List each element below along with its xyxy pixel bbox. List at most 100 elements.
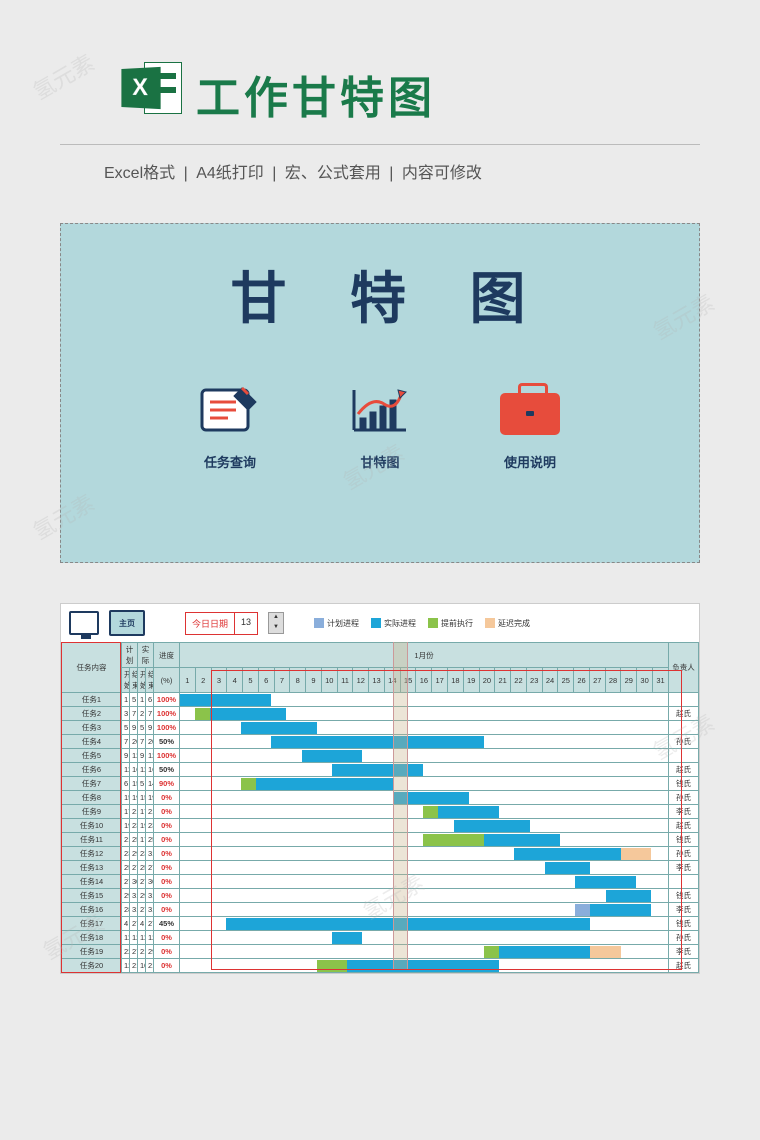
swatch-late	[485, 618, 495, 628]
cell-actual-end: 9	[146, 721, 154, 735]
th-day: 31	[652, 668, 668, 693]
cell-actual-end: 31	[146, 847, 154, 861]
cell-owner: 钱氏	[669, 833, 699, 847]
cell-progress: 100%	[154, 721, 180, 735]
cell-plan-end: 5	[130, 693, 138, 707]
th-day: 8	[290, 668, 306, 693]
spinner-up-icon[interactable]: ▲	[269, 613, 283, 623]
cell-actual-end: 29	[146, 945, 154, 959]
cell-owner: 钱氏	[669, 917, 699, 931]
cell-owner	[669, 875, 699, 889]
legend-label: 延迟完成	[498, 618, 530, 629]
gantt-sheet: 主页 今日日期 13 ▲ ▼ 计划进程 实际进程 提前执行 延迟完成 任务内容计…	[60, 603, 700, 974]
cell-bars	[180, 875, 669, 889]
swatch-plan	[314, 618, 324, 628]
today-date-box: 今日日期 13	[185, 612, 258, 635]
cell-task: 任务12	[62, 847, 122, 861]
cell-plan-end: 27	[130, 917, 138, 931]
cell-actual-start: 5	[138, 777, 146, 791]
cell-plan-end: 23	[130, 819, 138, 833]
table-row: 任务12232923310%孙氏	[62, 847, 699, 861]
cell-bars	[180, 791, 669, 805]
icon-label: 任务查询	[195, 452, 265, 471]
cell-owner: 孙氏	[669, 791, 699, 805]
cell-owner	[669, 749, 699, 763]
cell-task: 任务19	[62, 945, 122, 959]
cell-plan-start: 21	[122, 833, 130, 847]
cell-plan-start: 3	[122, 707, 130, 721]
cell-actual-start: 4	[138, 917, 146, 931]
table-row: 任务23727100%赵氏	[62, 707, 699, 721]
cell-actual-start: 11	[138, 931, 146, 945]
gantt-bar	[256, 778, 393, 790]
cell-actual-start: 5	[138, 721, 146, 735]
cell-bars	[180, 861, 669, 875]
table-row: 任务20122110210%赵氏	[62, 959, 699, 973]
cell-actual-start: 11	[138, 763, 146, 777]
cell-task: 任务13	[62, 861, 122, 875]
cell-progress: 100%	[154, 707, 180, 721]
gantt-bar	[423, 834, 484, 846]
cell-plan-end: 16	[130, 763, 138, 777]
cell-progress: 100%	[154, 749, 180, 763]
cell-plan-start: 12	[122, 959, 130, 973]
cell-actual-end: 25	[146, 833, 154, 847]
th-day: 11	[337, 668, 353, 693]
cell-plan-start: 29	[122, 889, 130, 903]
cell-plan-start: 6	[122, 777, 130, 791]
gantt-bar	[241, 778, 256, 790]
gantt-bar	[575, 904, 590, 916]
th-day: 25	[558, 668, 574, 693]
gantt-bar	[423, 806, 438, 818]
cell-actual-start: 23	[138, 847, 146, 861]
cell-bars	[180, 735, 669, 749]
cell-owner: 李氏	[669, 903, 699, 917]
table-row: 任务472072050%孙氏	[62, 735, 699, 749]
cell-plan-start: 22	[122, 945, 130, 959]
feature-list: Excel格式 | A4纸打印 | 宏、公式套用 | 内容可修改	[100, 159, 760, 183]
cell-actual-start: 21	[138, 945, 146, 959]
spinner-down-icon[interactable]: ▼	[269, 623, 283, 633]
cell-bars	[180, 805, 669, 819]
nav-task-query[interactable]: 任务查询	[195, 380, 265, 471]
gantt-bar	[499, 946, 590, 958]
cell-actual-start: 19	[138, 819, 146, 833]
th-day: 20	[479, 668, 495, 693]
cell-actual-start: 9	[138, 749, 146, 763]
th-day: 9	[306, 668, 322, 693]
th-pct: (%)	[154, 668, 180, 693]
th-day: 17	[432, 668, 448, 693]
cell-plan-end: 9	[130, 721, 138, 735]
th-day: 21	[495, 668, 511, 693]
cell-actual-start: 17	[138, 805, 146, 819]
home-button[interactable]: 主页	[109, 610, 145, 636]
today-label: 今日日期	[186, 613, 235, 634]
cell-owner: 孙氏	[669, 847, 699, 861]
cell-plan-start: 9	[122, 749, 130, 763]
gantt-bar	[347, 960, 499, 972]
cell-plan-start: 17	[122, 805, 130, 819]
gantt-bar	[180, 694, 271, 706]
cell-owner: 李氏	[669, 861, 699, 875]
table-row: 任务15293129310%钱氏	[62, 889, 699, 903]
swatch-early	[428, 618, 438, 628]
cell-progress: 90%	[154, 777, 180, 791]
cell-progress: 0%	[154, 903, 180, 917]
cell-actual-end: 16	[146, 763, 154, 777]
cell-progress: 50%	[154, 735, 180, 749]
feature-item: 内容可修改	[402, 165, 482, 182]
feature-item: 宏、公式套用	[285, 165, 381, 182]
cell-actual-start: 27	[138, 903, 146, 917]
nav-gantt[interactable]: 甘特图	[345, 380, 415, 471]
th-end: 结束	[146, 668, 154, 693]
cell-task: 任务1	[62, 693, 122, 707]
cell-actual-start: 10	[138, 959, 146, 973]
cell-actual-end: 20	[146, 735, 154, 749]
cell-progress: 100%	[154, 693, 180, 707]
cell-actual-end: 30	[146, 875, 154, 889]
nav-instructions[interactable]: 使用说明	[495, 380, 565, 471]
date-spinner[interactable]: ▲ ▼	[268, 612, 284, 634]
cell-owner	[669, 693, 699, 707]
th-day: 10	[321, 668, 337, 693]
th-day: 18	[448, 668, 464, 693]
